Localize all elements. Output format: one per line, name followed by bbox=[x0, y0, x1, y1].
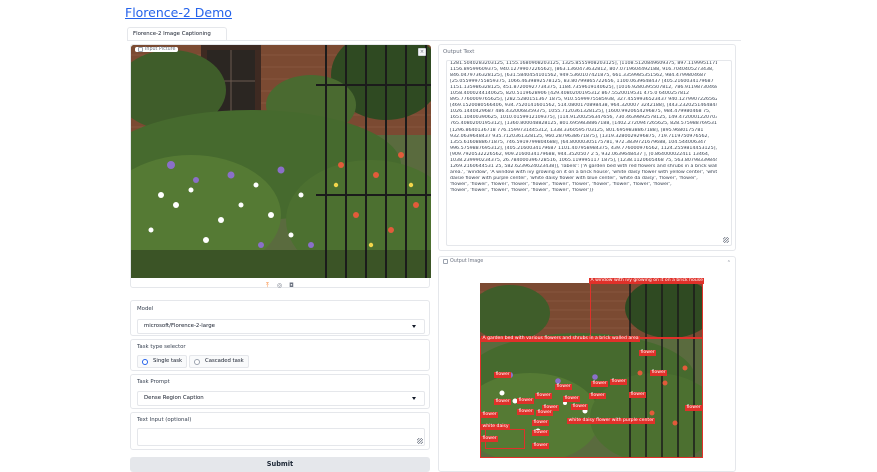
annotation-label: flower bbox=[629, 392, 647, 399]
annotation-label: A window with ivy growing on it on a bri… bbox=[589, 278, 705, 285]
annotation-label: flower bbox=[685, 405, 703, 412]
model-value: microsoft/Florence-2-large bbox=[144, 323, 215, 329]
annotation-label: flower bbox=[494, 372, 512, 379]
radio-cascaded-task[interactable]: Cascaded task bbox=[189, 355, 249, 368]
tab-divider bbox=[127, 40, 741, 41]
annotation-label: flower bbox=[639, 350, 657, 357]
radio-empty-icon bbox=[194, 358, 200, 365]
annotation-label: flower bbox=[555, 384, 573, 391]
task-prompt-value: Dense Region Caption bbox=[144, 395, 204, 401]
output-text-line: 932.0639648437 935.7120361328125, 960.28… bbox=[450, 133, 710, 139]
image-icon bbox=[138, 47, 143, 52]
input-picture-label: Input Picture bbox=[135, 47, 179, 52]
annotation-label: flower bbox=[535, 393, 553, 400]
output-text-panel: Output Text 1281.5040283203125, 1155.168… bbox=[438, 44, 736, 251]
annotation-label: flower bbox=[532, 420, 550, 427]
output-text-line: area.', 'window', 'A window with ivy gro… bbox=[450, 169, 717, 175]
output-text-area[interactable]: 1281.5040283203125, 1155.1680908203125, … bbox=[446, 60, 732, 246]
output-image-panel: Output Image ⌃ A window with ivy growing… bbox=[438, 256, 736, 472]
annotation-label: flower bbox=[536, 410, 554, 417]
radio-selected-icon bbox=[142, 358, 148, 365]
resize-handle-icon[interactable] bbox=[417, 438, 423, 444]
task-prompt-label: Task Prompt bbox=[137, 379, 170, 385]
model-dropdown[interactable]: microsoft/Florence-2-large bbox=[137, 319, 425, 334]
model-panel: Model microsoft/Florence-2-large bbox=[130, 300, 430, 336]
output-text-line: 1355.6160888671875, 746.5919799804688], … bbox=[450, 139, 707, 145]
annotation-box bbox=[590, 283, 703, 338]
chevron-down-icon bbox=[412, 397, 416, 400]
output-image-label: Output Image bbox=[443, 259, 483, 264]
garden-photo bbox=[131, 45, 431, 278]
text-input-panel: Text Input (optional) bbox=[130, 412, 430, 450]
radio-single-task[interactable]: Single task bbox=[137, 355, 188, 368]
annotation-label: flower bbox=[563, 396, 581, 403]
webcam-icon[interactable]: ◘ bbox=[288, 282, 295, 289]
annotation-label: A garden bed with various flowers and sh… bbox=[481, 336, 641, 343]
app-root: Florence-2 Demo Florence-2 Image Caption… bbox=[0, 0, 877, 472]
download-icon[interactable]: ⤒ bbox=[264, 282, 271, 289]
chevron-up-icon[interactable]: ⌃ bbox=[727, 260, 731, 266]
annotation-label: flower bbox=[532, 430, 550, 437]
tab-image-captioning[interactable]: Florence-2 Image Captioning bbox=[127, 27, 227, 40]
output-text-line: [909.7920532226562, 909.2160034179688, 9… bbox=[450, 151, 710, 157]
text-input-label: Text Input (optional) bbox=[137, 417, 192, 423]
annotation-label: white daisy flower with purple center bbox=[567, 418, 656, 425]
tab-label: Florence-2 Image Captioning bbox=[133, 31, 211, 37]
annotation-label: flower bbox=[589, 393, 607, 400]
annotation-label: white daisy bbox=[481, 424, 511, 431]
share-icon[interactable]: ◎ bbox=[276, 282, 283, 289]
annotation-label: flower bbox=[571, 404, 589, 411]
task-type-panel: Task type selector Single task Cascaded … bbox=[130, 339, 430, 371]
output-text-line: 'flower', 'flower', 'flower', 'flower', … bbox=[450, 187, 594, 193]
close-icon[interactable]: × bbox=[418, 48, 426, 56]
task-prompt-panel: Task Prompt Dense Region Caption bbox=[130, 374, 430, 409]
task-type-label: Task type selector bbox=[137, 344, 186, 350]
picture-toolbar: ⤒ ◎ ◘ bbox=[264, 282, 295, 289]
model-label: Model bbox=[137, 306, 154, 312]
output-text-line: 996.5759887695312], [405.2160034179687 1… bbox=[450, 145, 717, 151]
submit-button[interactable]: Submit bbox=[130, 457, 430, 472]
annotation-label: flower bbox=[591, 381, 609, 388]
annotation-label: flower bbox=[517, 409, 535, 416]
annotation-label: flower bbox=[517, 398, 535, 405]
output-text-line: [1296.8640136718 776.1599731445312, 1338… bbox=[450, 127, 704, 133]
output-text-line: 1269.2160644531 25, 582.6239624023438]],… bbox=[450, 163, 717, 169]
annotation-label: flower bbox=[650, 370, 668, 377]
task-prompt-dropdown[interactable]: Dense Region Caption bbox=[137, 391, 425, 406]
annotation-label: flower bbox=[481, 412, 499, 419]
text-input-field[interactable] bbox=[137, 428, 425, 446]
chevron-down-icon bbox=[412, 325, 416, 328]
image-icon bbox=[443, 259, 448, 264]
annotation-label: flower bbox=[481, 436, 499, 443]
output-image[interactable] bbox=[460, 278, 720, 463]
output-text-label: Output Text bbox=[443, 49, 475, 55]
input-picture-panel[interactable]: Input Picture × ⤒ ◎ ◘ bbox=[130, 44, 431, 289]
input-picture-image[interactable] bbox=[131, 45, 431, 278]
annotation-label: flower bbox=[610, 379, 628, 386]
annotation-label: flower bbox=[532, 443, 550, 450]
annotation-label: flower bbox=[494, 399, 512, 406]
output-text-line: 1038.239990234375, 26.784000396728516, 1… bbox=[450, 157, 717, 163]
output-text-line: 765.4080200195312], [1360.800048828125, … bbox=[450, 121, 717, 127]
resize-handle-icon[interactable] bbox=[723, 237, 729, 243]
page-title[interactable]: Florence-2 Demo bbox=[125, 5, 232, 20]
